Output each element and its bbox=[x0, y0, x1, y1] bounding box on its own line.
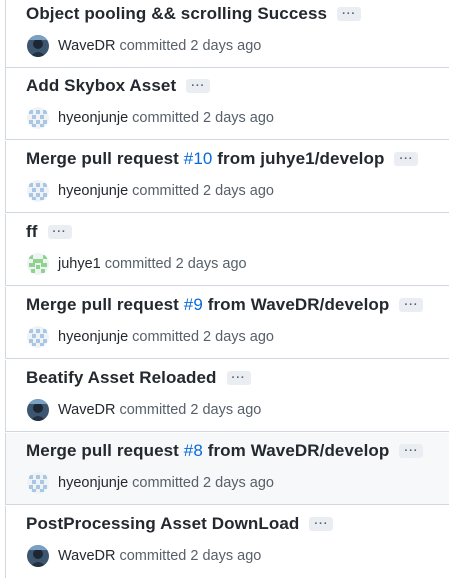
commit-message-text[interactable]: Merge pull request bbox=[26, 441, 184, 460]
expand-message-button[interactable]: ··· bbox=[394, 152, 419, 166]
commit-meta: WaveDR committed 2 days ago bbox=[27, 35, 261, 57]
commit-title-row: Merge pull request #8 from WaveDR/develo… bbox=[26, 441, 424, 461]
commit-message-link[interactable]: Merge pull request #9 from WaveDR/develo… bbox=[26, 295, 389, 315]
committed-label: committed bbox=[119, 402, 187, 418]
author-link[interactable]: WaveDR bbox=[58, 548, 115, 564]
committed-label: committed bbox=[119, 38, 187, 54]
commit-message-link[interactable]: Add Skybox Asset bbox=[26, 76, 176, 96]
author-link[interactable]: hyeonjunje bbox=[58, 475, 128, 491]
identicon-avatar[interactable] bbox=[27, 180, 49, 202]
commit-message-text[interactable]: Add Skybox Asset bbox=[26, 76, 176, 95]
author-link[interactable]: WaveDR bbox=[58, 38, 115, 54]
commit-message-suffix[interactable]: from WaveDR/develop bbox=[203, 441, 390, 460]
commit-meta: hyeonjunje committed 2 days ago bbox=[27, 180, 274, 202]
relative-time: 2 days ago bbox=[203, 183, 274, 199]
pull-request-link[interactable]: #8 bbox=[184, 441, 203, 460]
wavedr-avatar[interactable] bbox=[27, 545, 49, 567]
wavedr-avatar[interactable] bbox=[27, 399, 49, 421]
commit-row[interactable]: Add Skybox Asset ··· hyeonjunje committe… bbox=[5, 68, 449, 140]
commit-message-link[interactable]: ff bbox=[26, 222, 38, 242]
author-link[interactable]: hyeonjunje bbox=[58, 329, 128, 345]
commit-message-text[interactable]: Merge pull request bbox=[26, 149, 184, 168]
commit-message-link[interactable]: Beatify Asset Reloaded bbox=[26, 368, 217, 388]
wavedr-avatar[interactable] bbox=[27, 35, 49, 57]
commit-title-row: Merge pull request #10 from juhye1/devel… bbox=[26, 149, 419, 169]
commit-message-text[interactable]: PostProcessing Asset DownLoad bbox=[26, 514, 299, 533]
commit-meta: juhye1 committed 2 days ago bbox=[27, 253, 247, 275]
committed-label: committed bbox=[119, 548, 187, 564]
expand-message-button[interactable]: ··· bbox=[47, 225, 72, 239]
commit-message-text[interactable]: Merge pull request bbox=[26, 295, 184, 314]
commit-message-link[interactable]: Merge pull request #8 from WaveDR/develo… bbox=[26, 441, 389, 461]
commit-row[interactable]: ff ··· juhye1 committed 2 days ago bbox=[5, 214, 449, 286]
relative-time: 2 days ago bbox=[190, 38, 262, 54]
committed-label: committed bbox=[132, 183, 200, 199]
relative-time: 2 days ago bbox=[203, 329, 274, 345]
commit-title-row: PostProcessing Asset DownLoad ··· bbox=[26, 514, 334, 534]
commit-message-text[interactable]: Beatify Asset Reloaded bbox=[26, 368, 217, 387]
commit-title-row: Beatify Asset Reloaded ··· bbox=[26, 368, 251, 388]
relative-time: 2 days ago bbox=[203, 475, 274, 491]
commit-meta: WaveDR committed 2 days ago bbox=[27, 399, 261, 421]
commit-row[interactable]: PostProcessing Asset DownLoad ··· WaveDR… bbox=[5, 506, 449, 578]
identicon-avatar[interactable] bbox=[27, 326, 49, 348]
commit-message-text[interactable]: ff bbox=[26, 222, 38, 241]
commit-meta: hyeonjunje committed 2 days ago bbox=[27, 107, 274, 129]
relative-time: 2 days ago bbox=[175, 256, 247, 272]
commit-title-row: ff ··· bbox=[26, 222, 72, 242]
author-link[interactable]: hyeonjunje bbox=[58, 110, 128, 126]
commit-message-link[interactable]: Object pooling && scrolling Success bbox=[26, 4, 327, 24]
pull-request-link[interactable]: #9 bbox=[184, 295, 203, 314]
commit-row[interactable]: Beatify Asset Reloaded ··· WaveDR commit… bbox=[5, 360, 449, 432]
commit-message-link[interactable]: Merge pull request #10 from juhye1/devel… bbox=[26, 149, 384, 169]
relative-time: 2 days ago bbox=[190, 402, 262, 418]
commit-title-row: Object pooling && scrolling Success ··· bbox=[26, 4, 362, 24]
identicon-avatar[interactable] bbox=[27, 253, 49, 275]
commit-row[interactable]: Object pooling && scrolling Success ··· … bbox=[5, 0, 449, 68]
author-link[interactable]: hyeonjunje bbox=[58, 183, 128, 199]
identicon-avatar[interactable] bbox=[27, 472, 49, 494]
expand-message-button[interactable]: ··· bbox=[337, 7, 362, 21]
commit-message-link[interactable]: PostProcessing Asset DownLoad bbox=[26, 514, 299, 534]
relative-time: 2 days ago bbox=[203, 110, 274, 126]
expand-message-button[interactable]: ··· bbox=[399, 298, 424, 312]
committed-label: committed bbox=[132, 475, 200, 491]
commit-message-suffix[interactable]: from juhye1/develop bbox=[212, 149, 384, 168]
relative-time: 2 days ago bbox=[190, 548, 262, 564]
expand-message-button[interactable]: ··· bbox=[399, 444, 424, 458]
commit-row[interactable]: Merge pull request #8 from WaveDR/develo… bbox=[5, 433, 449, 505]
commit-row[interactable]: Merge pull request #9 from WaveDR/develo… bbox=[5, 287, 449, 359]
expand-message-button[interactable]: ··· bbox=[226, 371, 251, 385]
commit-meta: WaveDR committed 2 days ago bbox=[27, 545, 261, 567]
commit-list: Object pooling && scrolling Success ··· … bbox=[0, 0, 449, 578]
commit-message-suffix[interactable]: from WaveDR/develop bbox=[203, 295, 390, 314]
committed-label: committed bbox=[132, 110, 200, 126]
author-link[interactable]: WaveDR bbox=[58, 402, 115, 418]
commit-title-row: Merge pull request #9 from WaveDR/develo… bbox=[26, 295, 424, 315]
commit-title-row: Add Skybox Asset ··· bbox=[26, 76, 211, 96]
expand-message-button[interactable]: ··· bbox=[309, 517, 334, 531]
commit-message-text[interactable]: Object pooling && scrolling Success bbox=[26, 4, 327, 23]
commit-meta: hyeonjunje committed 2 days ago bbox=[27, 472, 274, 494]
identicon-avatar[interactable] bbox=[27, 107, 49, 129]
commit-meta: hyeonjunje committed 2 days ago bbox=[27, 326, 274, 348]
committed-label: committed bbox=[132, 329, 200, 345]
commit-row[interactable]: Merge pull request #10 from juhye1/devel… bbox=[5, 141, 449, 213]
pull-request-link[interactable]: #10 bbox=[184, 149, 213, 168]
expand-message-button[interactable]: ··· bbox=[186, 79, 211, 93]
committed-label: committed bbox=[104, 256, 172, 272]
author-link[interactable]: juhye1 bbox=[58, 256, 101, 272]
